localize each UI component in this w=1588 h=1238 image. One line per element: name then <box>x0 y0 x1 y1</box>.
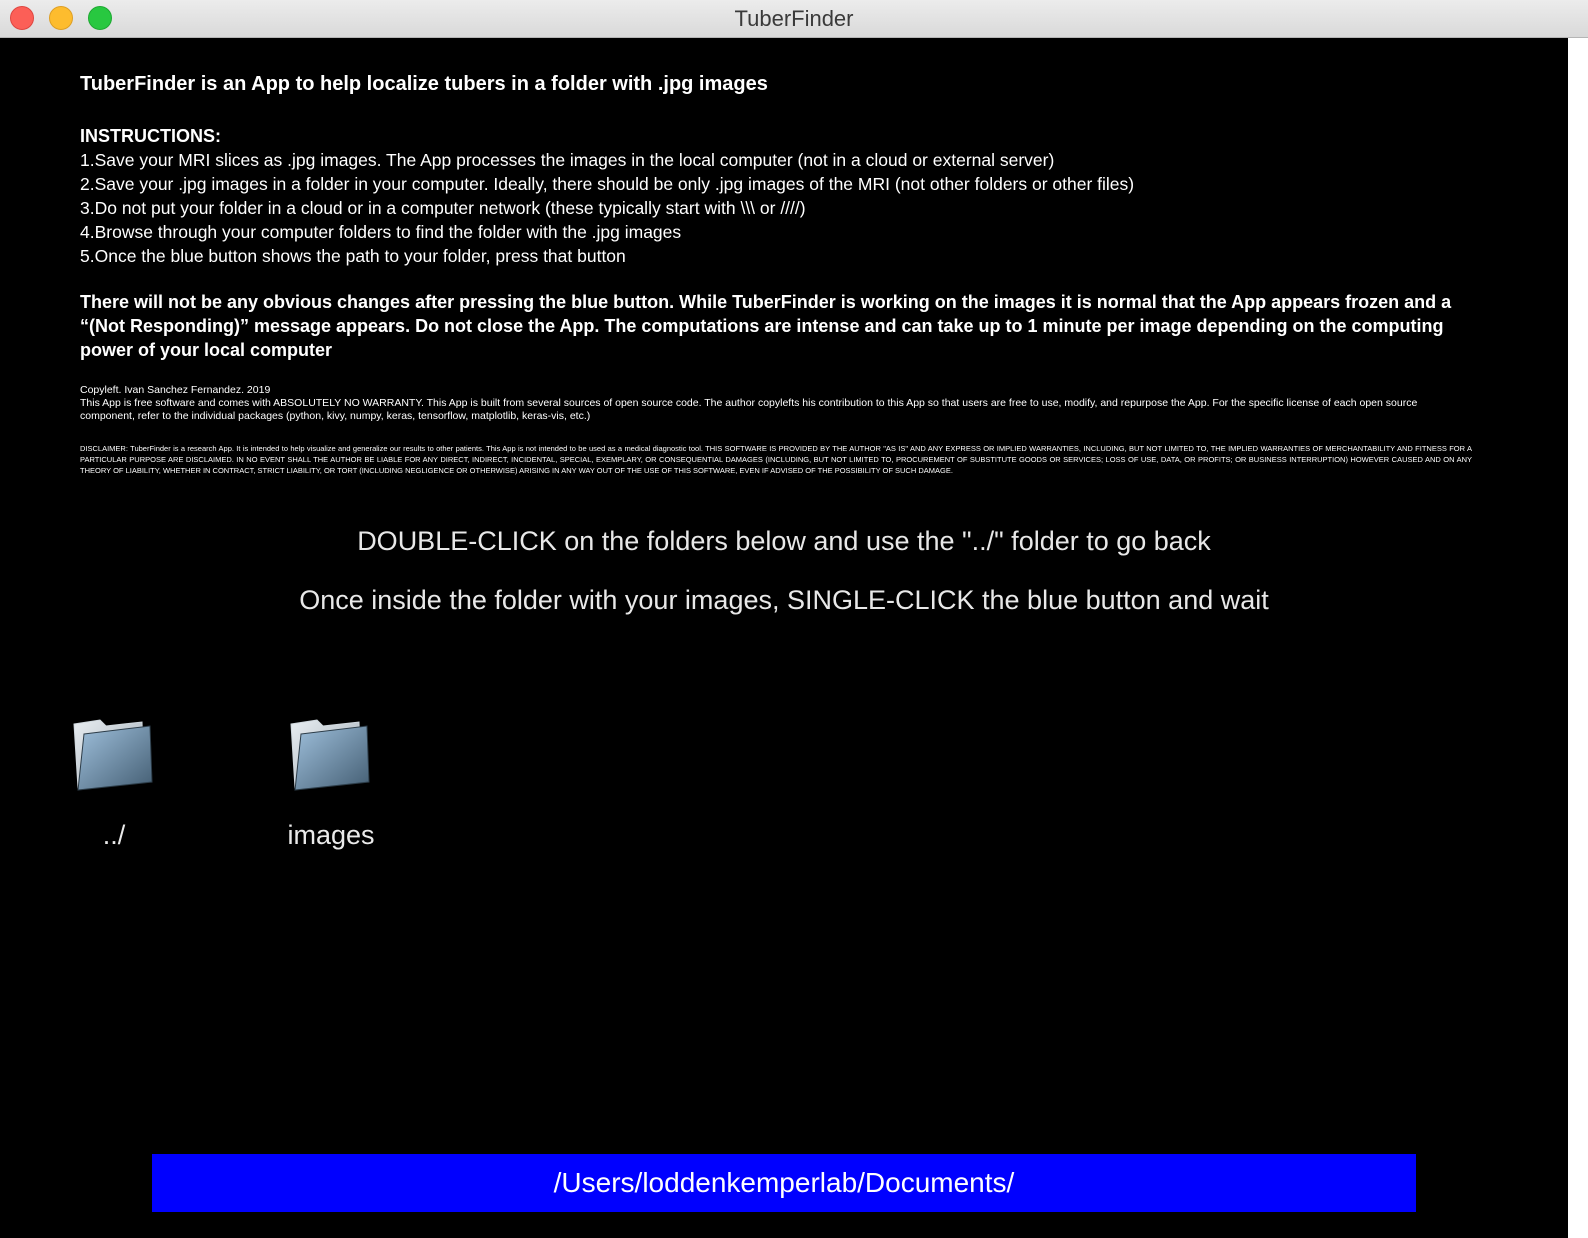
instruction-step-4: 4.Browse through your computer folders t… <box>80 222 682 242</box>
app-description: TuberFinder is an App to help localize t… <box>80 73 768 95</box>
info-panel: TuberFinder is an App to help localize t… <box>80 72 1472 476</box>
instruction-step-5: 5.Once the blue button shows the path to… <box>80 246 626 266</box>
folder-label: ../ <box>102 820 126 850</box>
analyze-folder-button[interactable]: /Users/loddenkemperlab/Documents/ <box>152 1154 1416 1212</box>
folder-icon <box>290 719 370 791</box>
right-gutter <box>1568 38 1588 1238</box>
disclaimer-text: DISCLAIMER: TuberFinder is a research Ap… <box>80 444 1472 475</box>
folder-icon <box>73 719 153 791</box>
app-content: TuberFinder is an App to help localize t… <box>0 38 1568 1238</box>
instruction-step-1: 1.Save your MRI slices as .jpg images. T… <box>80 150 1055 170</box>
copyright-notice: Copyleft. Ivan Sanchez Fernandez. 2019 <box>80 384 271 396</box>
folder-item-images[interactable]: images <box>251 714 411 852</box>
title-bar: TuberFinder <box>0 0 1588 38</box>
instruction-step-3: 3.Do not put your folder in a cloud or i… <box>80 198 806 218</box>
instructions-title: INSTRUCTIONS: <box>80 126 221 146</box>
window-title: TuberFinder <box>734 6 854 31</box>
double-click-prompt: DOUBLE-CLICK on the folders below and us… <box>357 526 1211 556</box>
folder-label: images <box>287 820 375 850</box>
single-click-prompt: Once inside the folder with your images,… <box>299 585 1269 615</box>
instruction-step-2: 2.Save your .jpg images in a folder in y… <box>80 174 1135 194</box>
license-notice: This App is free software and comes with… <box>80 397 1418 422</box>
processing-warning: There will not be any obvious changes af… <box>80 292 1452 360</box>
folder-item-parent[interactable]: ../ <box>34 714 194 852</box>
